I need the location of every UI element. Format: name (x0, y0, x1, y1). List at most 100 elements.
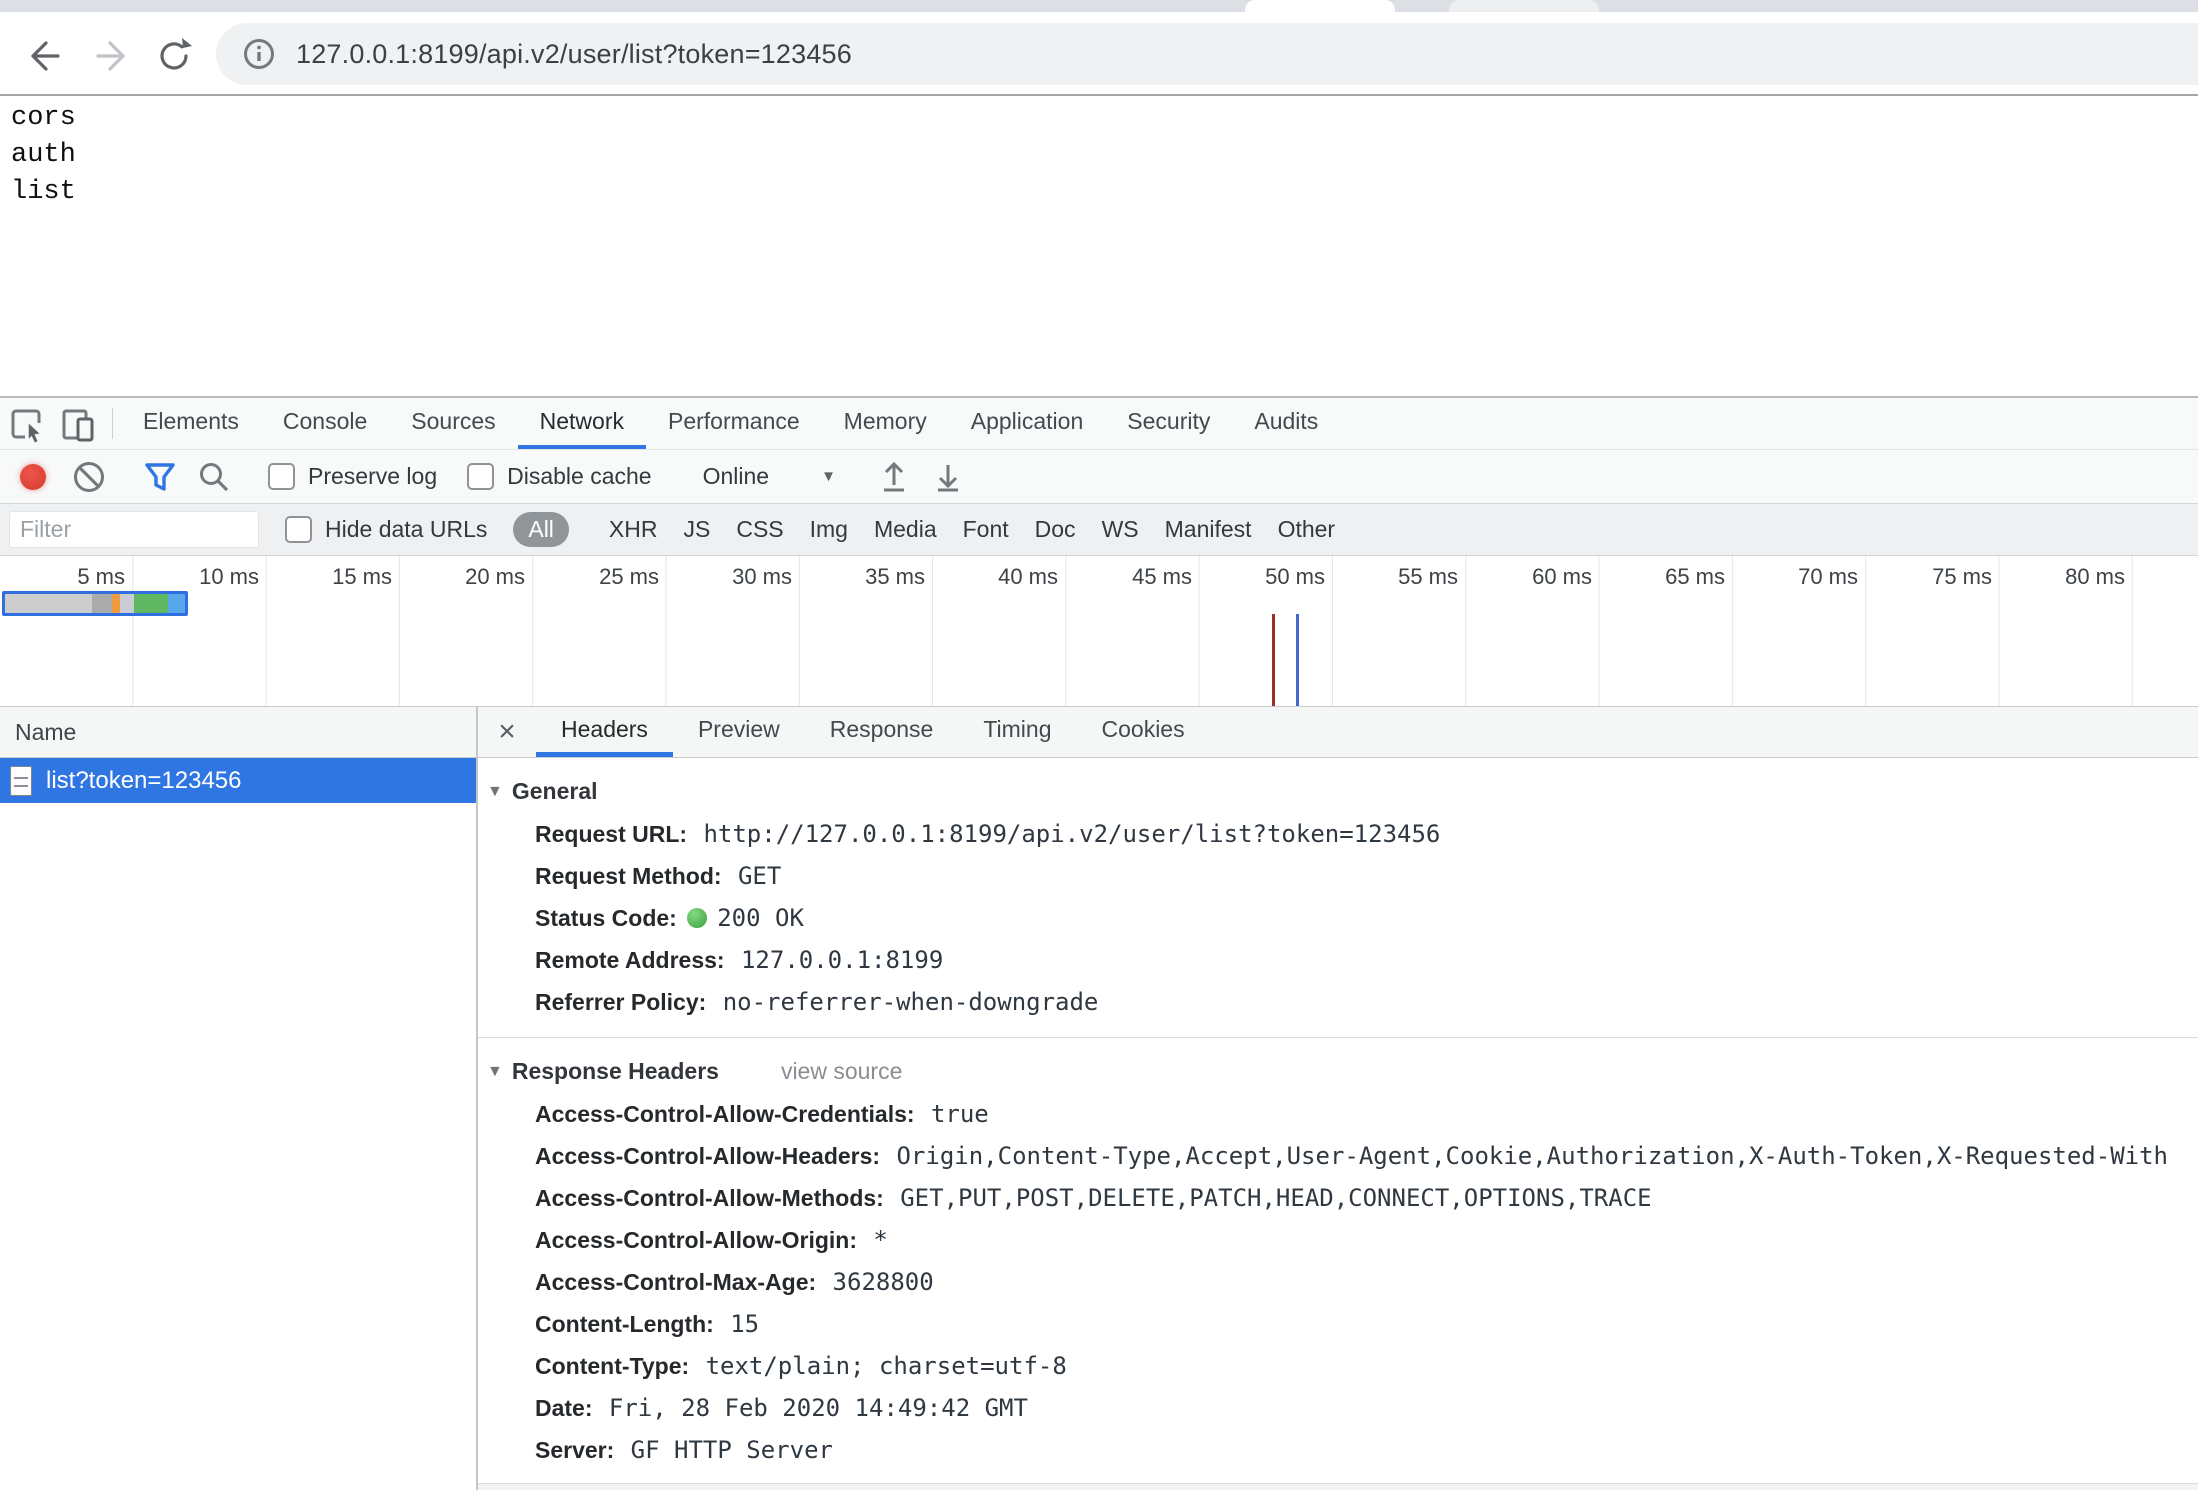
browser-window: 127.0.0.1:8199/api.v2/user/list?token=12… (0, 0, 2198, 1490)
device-toolbar-icon (58, 404, 98, 444)
tab-performance[interactable]: Performance (646, 398, 822, 449)
detail-tab-cookies[interactable]: Cookies (1077, 707, 1210, 757)
reload-button[interactable] (152, 34, 196, 78)
waterfall-waiting-segment (134, 594, 168, 613)
detail-tab-response[interactable]: Response (805, 707, 959, 757)
header-row: Access-Control-Max-Age: 3628800 (478, 1261, 2198, 1303)
filter-chip-media[interactable]: Media (874, 516, 937, 543)
detail-tab-timing[interactable]: Timing (958, 707, 1076, 757)
tab-network[interactable]: Network (518, 398, 646, 449)
response-headers-section-header[interactable]: ▼ Response Headers view source (487, 1058, 2198, 1085)
tab-elements[interactable]: Elements (121, 398, 261, 449)
filter-funnel-icon[interactable] (139, 456, 181, 498)
request-waterfall-bar (2, 591, 188, 616)
section-divider (478, 1037, 2198, 1038)
filter-chip-doc[interactable]: Doc (1035, 516, 1076, 543)
filter-chip-all[interactable]: All (513, 512, 569, 547)
clear-requests-icon[interactable] (68, 456, 110, 498)
header-name: Content-Length: (535, 1311, 714, 1337)
header-name: Date: (535, 1395, 593, 1421)
tab-sources[interactable]: Sources (389, 398, 517, 449)
filter-chip-css[interactable]: CSS (736, 516, 783, 543)
address-bar[interactable]: 127.0.0.1:8199/api.v2/user/list?token=12… (216, 23, 2198, 85)
header-row: Access-Control-Allow-Headers: Origin,Con… (478, 1135, 2198, 1177)
close-detail-button[interactable]: × (478, 707, 536, 757)
general-section-header[interactable]: ▼ General (487, 778, 2198, 805)
filter-chip-img[interactable]: Img (810, 516, 848, 543)
preserve-log-checkbox[interactable] (268, 463, 295, 490)
section-divider (478, 1483, 2198, 1490)
browser-toolbar: 127.0.0.1:8199/api.v2/user/list?token=12… (0, 12, 2198, 96)
waterfall-stalled-segment (92, 594, 112, 613)
disable-cache-checkbox[interactable] (467, 463, 494, 490)
filter-chip-other[interactable]: Other (1278, 516, 1336, 543)
timeline-tick: 20 ms (465, 564, 525, 590)
inspect-element-button[interactable] (0, 398, 52, 449)
device-toolbar-button[interactable] (52, 398, 104, 449)
filter-input[interactable] (9, 511, 259, 548)
record-button[interactable] (20, 464, 46, 490)
active-tab-notch[interactable] (1245, 0, 1395, 12)
filter-chip-xhr[interactable]: XHR (609, 516, 658, 543)
reload-icon (152, 34, 196, 78)
filter-chip-ws[interactable]: WS (1102, 516, 1139, 543)
disable-cache-label: Disable cache (507, 463, 651, 490)
request-row-selected[interactable]: list?token=123456 (0, 758, 476, 803)
timeline-tick: 10 ms (199, 564, 259, 590)
header-row: Content-Type: text/plain; charset=utf-8 (478, 1345, 2198, 1387)
timeline-tick: 35 ms (865, 564, 925, 590)
tab-security[interactable]: Security (1105, 398, 1232, 449)
hide-data-urls-label: Hide data URLs (325, 516, 487, 543)
timeline-tick: 50 ms (1265, 564, 1325, 590)
page-line: list (11, 174, 76, 211)
header-value: Origin,Content-Type,Accept,User-Agent,Co… (896, 1142, 2168, 1170)
waterfall-download-segment (168, 594, 185, 613)
info-icon[interactable] (242, 37, 276, 71)
waterfall-connect-segment (112, 594, 120, 613)
header-row: Request URL: http://127.0.0.1:8199/api.v… (478, 813, 2198, 855)
tab-memory[interactable]: Memory (822, 398, 949, 449)
detail-tab-headers[interactable]: Headers (536, 707, 673, 757)
hide-data-urls-checkbox[interactable] (285, 516, 312, 543)
export-har-icon[interactable] (927, 456, 969, 498)
page-line: auth (11, 137, 76, 174)
header-row: Access-Control-Allow-Origin: * (478, 1219, 2198, 1261)
timeline-tick: 25 ms (599, 564, 659, 590)
chevron-down-icon: ▼ (821, 468, 836, 485)
inactive-tab-notch[interactable] (1449, 0, 1599, 12)
headers-detail-body: ▼ General Request URL: http://127.0.0.1:… (478, 758, 2198, 1490)
filter-chip-font[interactable]: Font (963, 516, 1009, 543)
header-row: Referrer Policy: no-referrer-when-downgr… (478, 981, 2198, 1023)
header-name: Access-Control-Allow-Credentials: (535, 1101, 915, 1127)
network-overview-timeline[interactable]: 5 ms 10 ms 15 ms 20 ms 25 ms 30 ms 35 ms… (0, 556, 2198, 707)
throttling-dropdown[interactable]: Online ▼ (703, 463, 836, 490)
waterfall-queueing-segment (5, 594, 92, 613)
view-source-button[interactable]: view source (781, 1058, 902, 1085)
detail-tab-preview[interactable]: Preview (673, 707, 805, 757)
filter-chip-manifest[interactable]: Manifest (1165, 516, 1252, 543)
header-name: Request Method: (535, 863, 722, 889)
forward-button[interactable] (90, 34, 134, 78)
tab-application[interactable]: Application (949, 398, 1106, 449)
back-button[interactable] (22, 34, 66, 78)
timeline-tick: 40 ms (998, 564, 1058, 590)
header-value: 200 OK (717, 904, 804, 932)
waterfall-sent-segment (120, 594, 134, 613)
import-har-icon[interactable] (873, 456, 915, 498)
header-name: Content-Type: (535, 1353, 689, 1379)
tab-audits[interactable]: Audits (1232, 398, 1340, 449)
search-icon[interactable] (193, 456, 235, 498)
header-value: text/plain; charset=utf-8 (706, 1352, 1067, 1380)
name-column-header[interactable]: Name (0, 707, 476, 758)
forward-arrow-icon (90, 34, 134, 78)
header-value: no-referrer-when-downgrade (723, 988, 1099, 1016)
status-ok-icon (687, 908, 707, 928)
header-value: GET,PUT,POST,DELETE,PATCH,HEAD,CONNECT,O… (900, 1184, 1651, 1212)
timeline-tick: 60 ms (1532, 564, 1592, 590)
back-arrow-icon (22, 34, 66, 78)
filter-chip-js[interactable]: JS (683, 516, 710, 543)
url-text: 127.0.0.1:8199/api.v2/user/list?token=12… (296, 39, 852, 70)
requests-name-column: Name list?token=123456 (0, 707, 478, 1490)
timeline-tick: 70 ms (1798, 564, 1858, 590)
tab-console[interactable]: Console (261, 398, 389, 449)
